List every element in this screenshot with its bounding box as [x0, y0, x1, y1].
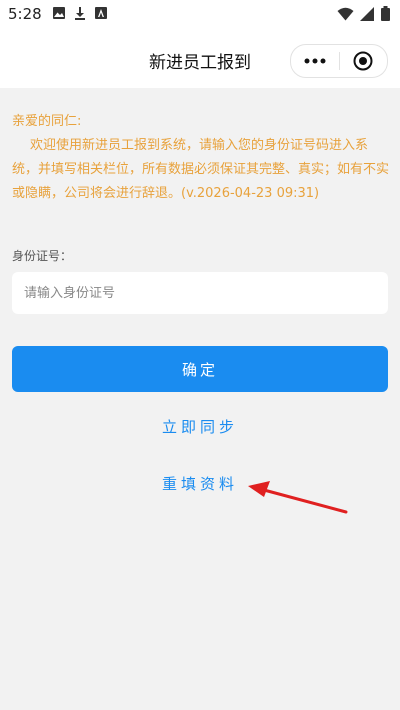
sync-now-link[interactable]: 立即同步: [0, 416, 400, 437]
notice-greeting: 亲爱的同仁:: [12, 114, 82, 129]
more-button[interactable]: [291, 45, 339, 77]
id-number-label: 身份证号：: [12, 249, 73, 263]
target-close-icon: [353, 51, 373, 71]
notice-text: 亲爱的同仁: 欢迎使用新进员工报到系统，请输入您的身份证号码进入系统，并填写相关…: [12, 110, 392, 206]
wifi-icon: [337, 7, 354, 20]
download-icon: [75, 7, 85, 20]
capsule-menu: [290, 44, 388, 78]
notice-body: 欢迎使用新进员工报到系统，请输入您的身份证号码进入系统，并填写相关栏位，所有数据…: [12, 138, 390, 201]
battery-icon: [381, 6, 390, 21]
image-icon: [53, 7, 65, 19]
a-icon: [95, 7, 107, 19]
status-time: 5:28: [8, 5, 42, 23]
nav-bar: 新进员工报到: [0, 30, 400, 88]
more-icon: [304, 58, 326, 64]
id-number-input[interactable]: [12, 272, 388, 314]
signal-icon: [360, 6, 374, 21]
status-bar: 5:28: [0, 0, 400, 30]
red-arrow-annotation: [248, 481, 348, 514]
confirm-button[interactable]: 确定: [12, 346, 388, 392]
close-button[interactable]: [339, 45, 387, 77]
